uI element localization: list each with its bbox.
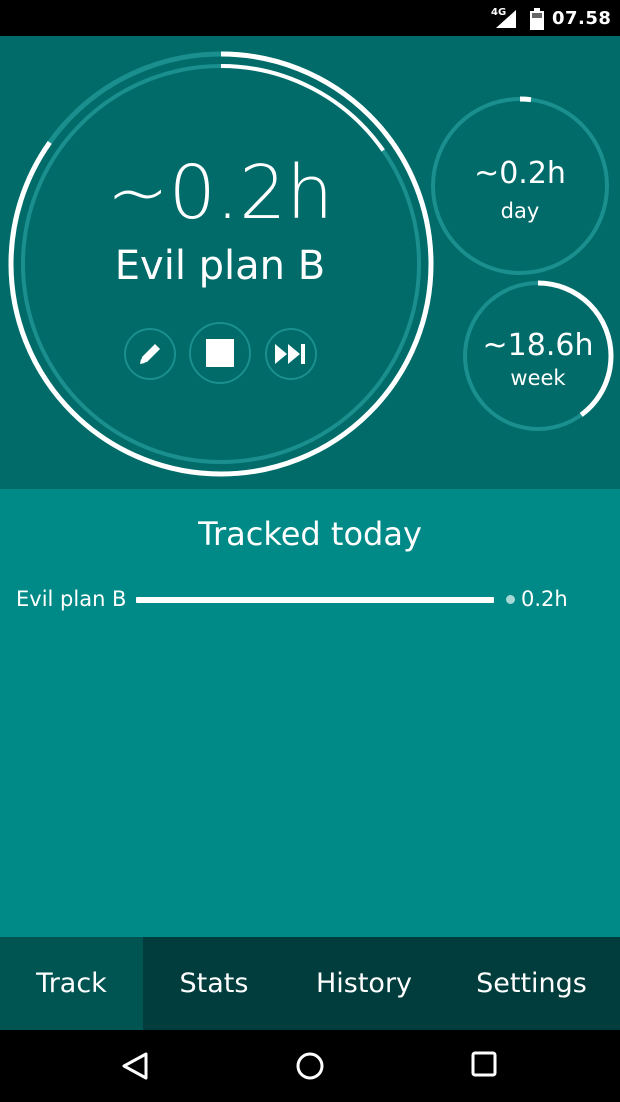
week-total: ~18.6h <box>482 328 594 363</box>
skip-next-button[interactable] <box>265 328 317 380</box>
tab-settings[interactable]: Settings <box>443 937 620 1030</box>
clock: 07.58 <box>552 8 612 29</box>
week-label: week <box>510 366 566 390</box>
day-total: ~0.2h <box>474 156 566 191</box>
tab-history[interactable]: History <box>285 937 443 1030</box>
tracked-item-bar <box>136 597 494 603</box>
edit-icon <box>140 344 160 364</box>
back-icon[interactable] <box>120 1050 152 1082</box>
tracked-item-dot <box>506 595 515 604</box>
skip-next-icon <box>275 344 305 364</box>
signal-icon <box>496 10 516 28</box>
day-label: day <box>500 199 540 223</box>
tracked-today-panel: Tracked today Evil plan B 0.2h <box>0 489 620 937</box>
current-session-time: ~0.2h <box>106 150 334 236</box>
tracked-today-title: Tracked today <box>198 515 422 553</box>
recents-icon[interactable] <box>470 1050 498 1078</box>
battery-icon <box>530 8 544 30</box>
current-task-name: Evil plan B <box>114 243 326 289</box>
tab-stats[interactable]: Stats <box>143 937 285 1030</box>
edit-button[interactable] <box>124 328 176 380</box>
stop-button[interactable] <box>189 322 251 384</box>
current-tracking-panel: ~0.2h Evil plan B ~0.2h day ~18.6h week <box>0 36 620 489</box>
tracked-item-label: Evil plan B <box>16 587 127 611</box>
tab-track[interactable]: Track <box>0 937 143 1030</box>
stop-icon <box>206 339 234 367</box>
system-nav-bar <box>0 1030 620 1102</box>
home-icon[interactable] <box>294 1050 326 1082</box>
tab-bar: Track Stats History Settings <box>0 937 620 1030</box>
status-bar: 4G 07.58 <box>0 0 620 36</box>
tracked-item-value: 0.2h <box>521 587 568 611</box>
